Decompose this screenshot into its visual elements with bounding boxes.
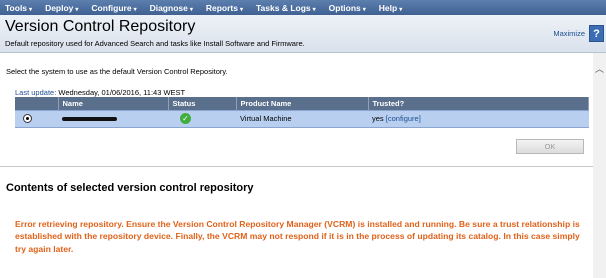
chevron-down-icon: ▾ <box>312 6 316 13</box>
vertical-scrollbar[interactable] <box>593 53 606 278</box>
menu-help[interactable]: Help ▾ <box>379 3 402 13</box>
trusted-cell: yes [configure] <box>368 109 589 128</box>
chevron-down-icon: ▾ <box>239 6 243 13</box>
last-update: Last update: Wednesday, 01/06/2016, 11:4… <box>15 88 185 97</box>
menu-bar: Tools ▾ Deploy ▾ Configure ▾ Diagnose ▾ Repo… <box>0 0 606 15</box>
error-message: Error retrieving repository. Ensure the … <box>15 219 580 254</box>
chevron-down-icon: ▾ <box>29 6 33 13</box>
configure-link[interactable]: [configure] <box>386 114 421 123</box>
page-subtitle: Default repository used for Advanced Sea… <box>5 39 305 48</box>
status-cell: ✓ <box>168 109 236 128</box>
menu-reports[interactable]: Reports ▾ <box>206 3 243 13</box>
help-button[interactable]: ? <box>589 25 604 42</box>
menu-tasks-logs[interactable]: Tasks & Logs ▾ <box>256 3 316 13</box>
menu-tools[interactable]: Tools ▾ <box>5 3 32 13</box>
chevron-down-icon: ▾ <box>399 6 403 13</box>
column-header-product-name[interactable]: Product Name <box>236 97 369 110</box>
table-header-row: Name Status Product Name Trusted? <box>15 97 589 110</box>
ok-button[interactable]: OK <box>516 139 584 154</box>
maximize-link[interactable]: Maximize <box>553 29 585 38</box>
menu-deploy[interactable]: Deploy ▾ <box>45 3 78 13</box>
column-header-name[interactable]: Name <box>58 97 169 110</box>
trusted-value: yes <box>372 114 384 123</box>
row-select-cell <box>15 109 58 128</box>
last-update-label: Last update: <box>15 88 57 97</box>
last-update-value: Wednesday, 01/06/2016, 11:43 WEST <box>58 88 186 97</box>
instruction-text: Select the system to use as the default … <box>6 67 228 76</box>
section-heading: Contents of selected version control rep… <box>6 182 254 194</box>
section-divider <box>0 166 593 167</box>
page-title: Version Control Repository <box>5 18 196 35</box>
menu-configure[interactable]: Configure ▾ <box>91 3 136 13</box>
column-header-status[interactable]: Status <box>168 97 237 110</box>
repository-name-cell <box>58 109 168 128</box>
page-header: Version Control Repository Default repos… <box>0 15 606 53</box>
product-name-cell: Virtual Machine <box>236 109 368 128</box>
scroll-up-icon[interactable]: ︿ <box>595 62 604 75</box>
repository-name-redacted <box>62 117 117 122</box>
row-select-radio[interactable] <box>23 114 32 124</box>
table-row[interactable]: ✓ Virtual Machine yes [configure] <box>15 109 589 128</box>
chevron-down-icon: ▾ <box>189 6 193 13</box>
chevron-down-icon: ▾ <box>362 6 366 13</box>
column-header-trusted[interactable]: Trusted? <box>368 97 589 110</box>
repository-table: Name Status Product Name Trusted? ✓ Virt… <box>15 97 589 128</box>
chevron-down-icon: ▾ <box>133 6 137 13</box>
ok-check-icon: ✓ <box>180 113 191 124</box>
chevron-down-icon: ▾ <box>75 6 79 13</box>
menu-options[interactable]: Options ▾ <box>329 3 366 13</box>
column-header-select <box>15 97 59 110</box>
menu-diagnose[interactable]: Diagnose ▾ <box>150 3 193 13</box>
